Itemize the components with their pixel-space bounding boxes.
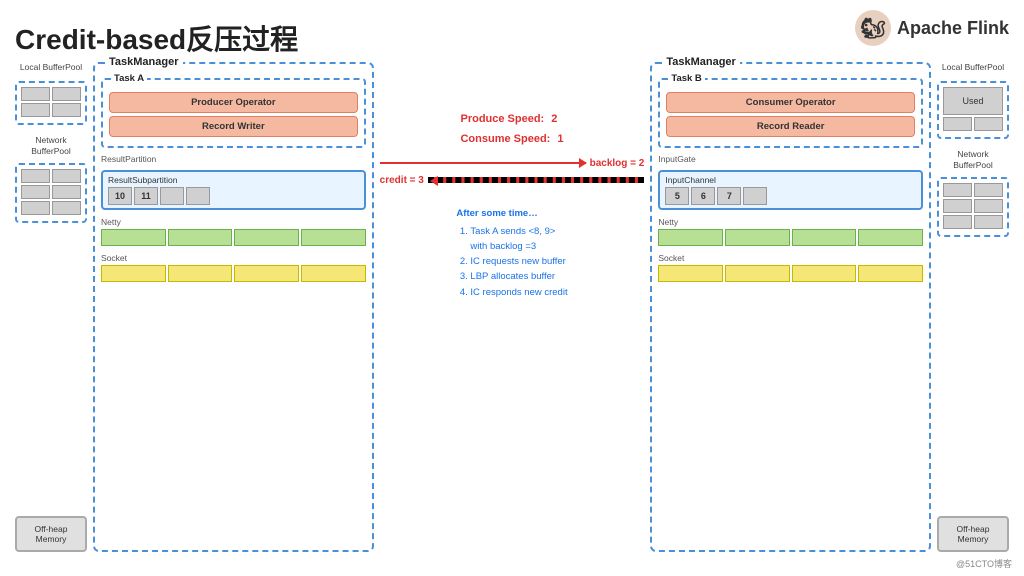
result-subpartition-box: ResultSubpartition 10 11 — [101, 170, 366, 210]
socket-cell-2 — [168, 265, 233, 282]
credit-label: credit = 3 — [380, 175, 424, 186]
left-socket-buffers — [101, 265, 366, 282]
task-b-box: Task B Consumer Operator Record Reader — [658, 78, 923, 148]
rsocket-cell-1 — [658, 265, 723, 282]
apache-flink-logo: 🐿 Apache Flink — [855, 10, 1009, 46]
input-channel-buffers: 5 6 7 — [665, 187, 916, 205]
netty-cell-2 — [168, 229, 233, 246]
buf-blank-1 — [160, 187, 184, 205]
backlog-label: backlog = 2 — [590, 158, 645, 169]
backlog-row: backlog = 2 — [380, 158, 645, 169]
right-socket-label: Socket — [658, 253, 923, 263]
right-socket-section: Socket — [658, 253, 923, 282]
info-item-2: IC requests new buffer — [470, 254, 567, 269]
right-tm-label: TaskManager — [662, 56, 740, 68]
logo-text: Apache Flink — [897, 18, 1009, 39]
right-local-bufpool-label: Local BufferPool — [937, 62, 1009, 73]
netty-cell-1 — [101, 229, 166, 246]
task-a-box: Task A Producer Operator Record Writer — [101, 78, 366, 148]
speed-info: Produce Speed: 2 Consume Speed: 1 — [460, 110, 563, 150]
info-box: After some time… Task A sends <8, 9>with… — [456, 206, 567, 300]
netty-cell-3 — [234, 229, 299, 246]
info-title: After some time… — [456, 206, 567, 221]
right-socket-buffers — [658, 265, 923, 282]
buf-7: 7 — [717, 187, 741, 205]
consumer-operator-box: Consumer Operator — [666, 92, 915, 113]
left-netty-label: Netty — [101, 217, 366, 227]
info-item-3: LBP allocates buffer — [470, 269, 567, 284]
right-pools-column: Local BufferPool Used Network BufferPool… — [937, 62, 1009, 552]
right-netty-label: Netty — [658, 217, 923, 227]
rsocket-cell-2 — [725, 265, 790, 282]
left-pools-column: Local BufferPool Network BufferPool Off-… — [15, 62, 87, 552]
header: Credit-based反压过程 🐿 Apache Flink — [15, 10, 1009, 58]
flink-icon: 🐿 — [855, 10, 891, 46]
left-socket-label: Socket — [101, 253, 366, 263]
result-partition-label: ResultPartition — [101, 154, 366, 164]
page-title: Credit-based反压过程 — [15, 18, 298, 58]
produce-speed-value: 2 — [551, 113, 557, 125]
watermark: @51CTO博客 — [956, 557, 1012, 570]
right-network-bufpool-label: Network BufferPool — [937, 149, 1009, 171]
center-area: Produce Speed: 2 Consume Speed: 1 backlo… — [380, 62, 645, 552]
credit-line — [428, 177, 644, 183]
left-netty-buffers — [101, 229, 366, 246]
task-b-label: Task B — [668, 73, 704, 84]
task-a-label: Task A — [111, 73, 147, 84]
used-cell: Used — [943, 87, 1003, 115]
right-taskmanager: TaskManager Task B Consumer Operator Rec… — [650, 62, 931, 552]
result-subpartition-title: ResultSubpartition — [108, 175, 359, 185]
left-offheap-label: Off-heap Memory — [15, 516, 87, 552]
left-tm-label: TaskManager — [105, 56, 183, 68]
right-network-pool-box — [937, 177, 1009, 237]
info-item-4: IC responds new credit — [470, 285, 567, 300]
buf-blank-2 — [186, 187, 210, 205]
buf-6: 6 — [691, 187, 715, 205]
buf-10: 10 — [108, 187, 132, 205]
info-item-1: Task A sends <8, 9>with backlog =3 — [470, 224, 567, 254]
left-netty-section: Netty — [101, 217, 366, 246]
credit-row: credit = 3 — [380, 175, 645, 186]
left-network-bufpool-label: Network BufferPool — [15, 135, 87, 157]
right-netty-buffers — [658, 229, 923, 246]
left-taskmanager: TaskManager Task A Producer Operator Rec… — [93, 62, 374, 552]
input-gate-label: InputGate — [658, 154, 923, 164]
consume-speed-value: 1 — [557, 133, 563, 145]
buf-5: 5 — [665, 187, 689, 205]
right-netty-section: Netty — [658, 217, 923, 246]
rnetty-cell-4 — [858, 229, 923, 246]
left-network-pool-box — [15, 163, 87, 223]
socket-cell-4 — [301, 265, 366, 282]
producer-operator-box: Producer Operator — [109, 92, 358, 113]
result-subpartition-buffers: 10 11 — [108, 187, 359, 205]
left-local-bufpool-label: Local BufferPool — [15, 62, 87, 73]
page: Credit-based反压过程 🐿 Apache Flink Local Bu… — [0, 0, 1024, 576]
socket-cell-1 — [101, 265, 166, 282]
left-socket-section: Socket — [101, 253, 366, 282]
left-local-pool-box — [15, 81, 87, 125]
produce-speed-label: Produce Speed: — [460, 113, 544, 125]
buf-blank-r — [743, 187, 767, 205]
consume-speed-label: Consume Speed: — [460, 133, 550, 145]
record-writer-box: Record Writer — [109, 116, 358, 137]
input-channel-box: InputChannel 5 6 7 — [658, 170, 923, 210]
buf-11: 11 — [134, 187, 158, 205]
rnetty-cell-2 — [725, 229, 790, 246]
record-reader-box: Record Reader — [666, 116, 915, 137]
socket-cell-3 — [234, 265, 299, 282]
rnetty-cell-1 — [658, 229, 723, 246]
info-list: Task A sends <8, 9>with backlog =3 IC re… — [456, 224, 567, 300]
credit-arrow — [430, 176, 438, 186]
rnetty-cell-3 — [792, 229, 857, 246]
rsocket-cell-4 — [858, 265, 923, 282]
backlog-arrow-area: backlog = 2 credit = 3 — [380, 158, 645, 186]
backlog-line — [380, 162, 586, 164]
right-offheap-label: Off-heap Memory — [937, 516, 1009, 552]
backlog-arrow — [579, 158, 587, 168]
rsocket-cell-3 — [792, 265, 857, 282]
right-local-pool-box: Used — [937, 81, 1009, 139]
input-channel-title: InputChannel — [665, 175, 916, 185]
netty-cell-4 — [301, 229, 366, 246]
